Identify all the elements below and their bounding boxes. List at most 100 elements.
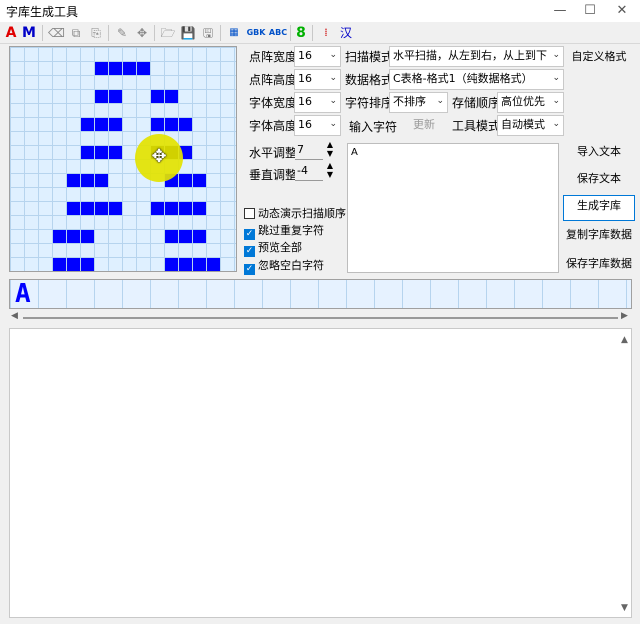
glyph-dot[interactable] [151,90,164,103]
scroll-left-icon[interactable]: ◀ [11,311,18,321]
glyph-dot[interactable] [109,202,122,215]
char-preview-strip[interactable]: A [9,279,632,309]
checkbox-ignore-blank[interactable]: ✓ 忽略空白字符 [244,259,324,275]
v-adjust-spinner[interactable]: ▲ ▼ [324,161,336,180]
glyph-dot[interactable] [95,202,108,215]
scan-mode-value: 水平扫描，从左到右，从上到下 [393,49,547,62]
glyph-dot[interactable] [95,174,108,187]
abc-button[interactable]: ABC [268,24,288,42]
glyph-dot[interactable] [53,258,66,271]
glyph-dot[interactable] [151,202,164,215]
checkbox-preview-all[interactable]: ✓ 预览全部 [244,241,302,257]
generate-lib-button[interactable]: 生成字库 [563,195,635,221]
pencil-icon[interactable]: ✎ [114,24,130,42]
glyph-dot[interactable] [207,258,220,271]
window-title: 字库生成工具 [6,5,79,19]
glyph-dot[interactable] [67,230,80,243]
vertical-scrollbar[interactable]: ▲ ▼ [620,329,632,617]
glyph-dot[interactable] [67,258,80,271]
save-as-icon[interactable]: 🖫 [200,24,216,42]
glyph-dot[interactable] [109,118,122,131]
glyph-dot[interactable] [165,118,178,131]
glyph-dot[interactable] [81,202,94,215]
h-adjust-input[interactable]: 7 [295,140,323,160]
scan-mode-select[interactable]: 水平扫描，从左到右，从上到下 ⌄ [389,46,564,67]
palette-icon[interactable]: ⁞ [318,24,334,42]
data-format-select[interactable]: C表格-格式1（纯数据格式） ⌄ [389,69,564,90]
minimize-button[interactable]: — [545,0,575,22]
dot-height-select[interactable]: 16 ⌄ [294,69,341,90]
update-button[interactable]: 更新 [402,114,446,138]
checkbox-dynamic-scan[interactable]: 动态演示扫描顺序 [244,207,346,221]
han-button[interactable]: 汉 [338,24,354,42]
maximize-button[interactable]: ☐ [575,0,605,22]
tool-mode-select[interactable]: 自动模式 ⌄ [497,115,564,136]
v-adjust-input[interactable]: -4 [295,161,323,181]
import-text-button[interactable]: 导入文本 [564,141,634,165]
eraser-icon[interactable]: ⌫ [48,24,65,42]
grid-icon[interactable]: ▦ [226,24,242,42]
glyph-dot[interactable] [109,90,122,103]
scroll-right-icon[interactable]: ▶ [621,311,628,321]
glyph-dot[interactable] [81,146,94,159]
checkbox-skip-duplicates[interactable]: ✓ 跳过重复字符 [244,224,324,240]
glyph-dot[interactable] [109,62,122,75]
glyph-dot[interactable] [95,90,108,103]
glyph-dot[interactable] [165,90,178,103]
paste-icon[interactable]: ⎘ [88,24,104,42]
output-text-area[interactable] [9,328,632,618]
digit-8-button[interactable]: 8 [295,24,307,42]
glyph-dot[interactable] [179,230,192,243]
glyph-dot[interactable] [137,62,150,75]
glyph-dot[interactable] [123,62,136,75]
save-icon[interactable]: 💾 [180,24,196,42]
glyph-dot[interactable] [165,202,178,215]
font-height-select[interactable]: 16 ⌄ [294,115,341,136]
font-m-button[interactable]: M [22,24,36,42]
storage-order-select[interactable]: 高位优先 ⌄ [497,92,564,113]
glyph-dot[interactable] [193,258,206,271]
font-width-select[interactable]: 16 ⌄ [294,92,341,113]
glyph-dot[interactable] [165,258,178,271]
glyph-dot[interactable] [81,258,94,271]
glyph-dot[interactable] [95,62,108,75]
glyph-dot[interactable] [67,202,80,215]
input-text-area[interactable]: A [347,143,559,273]
dot-width-select[interactable]: 16 ⌄ [294,46,341,67]
copy-lib-data-button[interactable]: 复制字库数据 [563,224,635,248]
glyph-dot[interactable] [179,118,192,131]
glyph-dot[interactable] [67,174,80,187]
h-adjust-spinner[interactable]: ▲ ▼ [324,140,336,159]
scroll-up-icon[interactable]: ▲ [621,335,628,345]
move-icon[interactable]: ✥ [134,24,150,42]
dot-height-label: 点阵高度 [249,73,298,87]
glyph-dot[interactable] [179,202,192,215]
custom-format-button[interactable]: 自定义格式 [564,46,634,70]
glyph-dot[interactable] [179,174,192,187]
glyph-dot[interactable] [165,230,178,243]
glyph-dot[interactable] [81,174,94,187]
char-sort-select[interactable]: 不排序 ⌄ [389,92,448,113]
save-text-button[interactable]: 保存文本 [564,168,634,192]
open-folder-icon[interactable]: 🗁 [160,24,176,42]
glyph-dot[interactable] [151,118,164,131]
glyph-dot[interactable] [95,118,108,131]
glyph-dot[interactable] [193,202,206,215]
glyph-dot[interactable] [81,118,94,131]
dot-matrix-grid[interactable]: ✥ [9,46,237,272]
gbk-button[interactable]: GBK [245,24,267,42]
glyph-dot[interactable] [193,230,206,243]
copy-icon[interactable]: ⧉ [68,24,84,42]
glyph-dot[interactable] [95,146,108,159]
scroll-down-icon[interactable]: ▼ [621,603,628,613]
font-a-button[interactable]: A [4,24,18,42]
scrollbar-thumb[interactable] [23,317,618,319]
glyph-dot[interactable] [81,230,94,243]
glyph-dot[interactable] [109,146,122,159]
glyph-dot[interactable] [179,258,192,271]
save-lib-data-button[interactable]: 保存字库数据 [563,253,635,277]
glyph-dot[interactable] [193,174,206,187]
close-button[interactable]: ✕ [607,0,637,22]
horizontal-scrollbar[interactable]: ◀ ▶ [9,310,632,326]
glyph-dot[interactable] [53,230,66,243]
